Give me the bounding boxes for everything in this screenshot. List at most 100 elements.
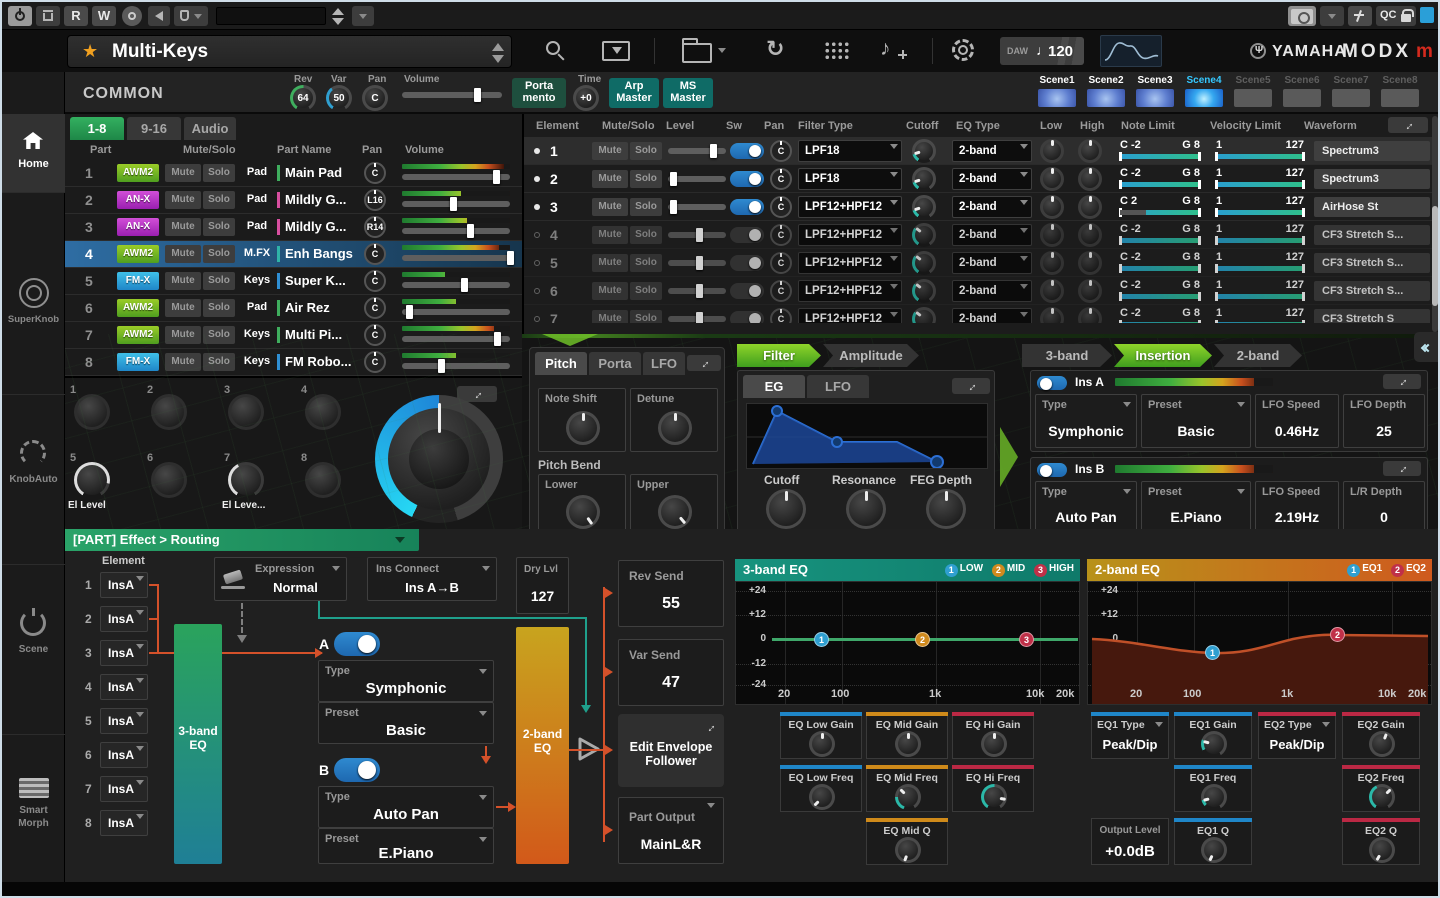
pitch-expand-button[interactable]: ↔: [687, 355, 721, 371]
eq3-band2-handle[interactable]: 2: [915, 632, 930, 647]
search-icon[interactable]: [546, 41, 560, 55]
solo-button[interactable]: Solo: [630, 226, 662, 244]
fx-a-toggle[interactable]: [334, 632, 380, 656]
fx-a-preset-box[interactable]: Preset Basic: [318, 702, 494, 744]
part-pan-knob[interactable]: C: [364, 297, 386, 319]
fx-b-type-box[interactable]: Type Auto Pan: [318, 786, 494, 828]
solo-button[interactable]: Solo: [630, 310, 662, 323]
pitch-bend-upper-box[interactable]: Upper: [630, 474, 718, 532]
crumb-insertion[interactable]: Insertion: [1114, 344, 1212, 367]
velocity-limit-bar[interactable]: [1216, 266, 1304, 271]
high-knob[interactable]: [1078, 307, 1102, 323]
element-switch[interactable]: [730, 227, 764, 243]
filter-type-dropdown[interactable]: LPF12+HPF12: [798, 196, 902, 218]
browser-folder-icon[interactable]: [682, 43, 712, 63]
eq-low-gain-cell[interactable]: EQ Low Gain: [780, 712, 862, 759]
element-level-slider[interactable]: [668, 148, 726, 154]
back-arrow-button[interactable]: [148, 6, 170, 26]
eq2-gain-cell[interactable]: EQ2 Gain: [1342, 712, 1420, 759]
waveform-button[interactable]: CF3 Stretch S: [1314, 309, 1430, 323]
scene5-button[interactable]: [1234, 89, 1272, 107]
eq-type-dropdown[interactable]: 2-band: [952, 196, 1032, 218]
mute-button[interactable]: Mute: [165, 272, 201, 290]
element-ins-dropdown[interactable]: InsA: [100, 606, 148, 632]
part-volume-slider[interactable]: [402, 309, 510, 315]
eq3-plot[interactable]: +24 +12 0 -12 -24 1 2 3 20 100 1k 10k 20…: [735, 581, 1080, 705]
eq2-gain-knob[interactable]: [1369, 731, 1395, 757]
element-row[interactable]: 4MuteSoloCLPF12+HPF122-bandC -2G 81127CF…: [524, 221, 1432, 249]
performance-spinner-up[interactable]: [492, 43, 504, 51]
tab-parts-9-16[interactable]: 9-16: [127, 117, 181, 140]
low-knob[interactable]: [1040, 223, 1064, 247]
element-row[interactable]: 6MuteSoloCLPF12+HPF122-bandC -2G 81127CF…: [524, 277, 1432, 305]
waveform-button[interactable]: Spectrum3: [1314, 169, 1430, 189]
eq-type-dropdown[interactable]: 2-band: [952, 280, 1032, 302]
crumb-amplitude[interactable]: Amplitude: [823, 344, 919, 367]
part-row[interactable]: 4AWM2MuteSoloM.FXEnh BangsC: [65, 241, 522, 268]
sidebar-item-knobauto[interactable]: KnobAuto: [2, 432, 65, 502]
element-scrollbar-thumb[interactable]: [1432, 206, 1438, 306]
low-knob[interactable]: [1040, 195, 1064, 219]
tab-parts-audio[interactable]: Audio: [184, 117, 236, 140]
sync-icon[interactable]: ↻: [766, 36, 784, 62]
velocity-limit-bar[interactable]: [1216, 294, 1304, 299]
live-set-icon[interactable]: [602, 41, 630, 61]
performance-spinner-down[interactable]: [492, 55, 504, 63]
part-volume-slider[interactable]: [402, 255, 510, 261]
eq-low-freq-knob[interactable]: [809, 784, 835, 810]
detune-knob[interactable]: [658, 411, 692, 445]
solo-button[interactable]: Solo: [630, 254, 662, 272]
filter-type-dropdown[interactable]: LPF12+HPF12: [798, 280, 902, 302]
element-pan-knob[interactable]: C: [770, 196, 792, 218]
element-row[interactable]: 1MuteSoloCLPF182-bandC -2G 81127Spectrum…: [524, 137, 1432, 165]
eq2-type-cell[interactable]: EQ2 Type Peak/Dip: [1258, 712, 1336, 759]
element-table-expand-button[interactable]: ↔: [1388, 117, 1428, 133]
part-pan-knob[interactable]: C: [364, 243, 386, 265]
element-level-slider[interactable]: [668, 288, 726, 294]
high-knob[interactable]: [1078, 195, 1102, 219]
ins-connect-box[interactable]: Ins Connect Ins A→B: [367, 557, 497, 601]
eq1-q-knob[interactable]: [1201, 837, 1227, 863]
common-volume-slider[interactable]: [402, 92, 502, 98]
part-name[interactable]: Air Rez: [285, 300, 363, 315]
ins-b-expand-button[interactable]: ↔: [1383, 461, 1421, 476]
compare-button[interactable]: [1348, 6, 1372, 26]
eq-type-dropdown[interactable]: 2-band: [952, 308, 1032, 323]
part-pan-knob[interactable]: R14: [364, 216, 386, 238]
var-send-box[interactable]: Var Send 47: [618, 639, 724, 706]
element-ins-dropdown[interactable]: InsA: [100, 776, 148, 802]
ins-b-type-box[interactable]: Type Auto Pan: [1035, 481, 1137, 533]
element-ins-dropdown[interactable]: InsA: [100, 674, 148, 700]
solo-button[interactable]: Solo: [203, 299, 235, 317]
eq-type-dropdown[interactable]: 2-band: [952, 168, 1032, 190]
favorite-star-icon[interactable]: ★: [82, 41, 98, 62]
edit-envelope-follower-button[interactable]: ↔ Edit Envelope Follower: [618, 714, 724, 787]
part-row[interactable]: 6AWM2MuteSoloPadAir RezC: [65, 295, 522, 322]
fx-a-type-box[interactable]: Type Symphonic: [318, 660, 494, 702]
element-ins-dropdown[interactable]: InsA: [100, 810, 148, 836]
solo-button[interactable]: Solo: [203, 191, 235, 209]
expression-box[interactable]: Expression Normal: [214, 557, 347, 601]
filter-type-dropdown[interactable]: LPF18: [798, 140, 902, 162]
qc-lock-button[interactable]: QC: [1376, 6, 1416, 26]
filter-cutoff-knob[interactable]: [766, 489, 806, 529]
element-switch[interactable]: [730, 255, 764, 271]
solo-button[interactable]: Solo: [630, 198, 662, 216]
eq-low-freq-cell[interactable]: EQ Low Freq: [780, 765, 862, 812]
detune-box[interactable]: Detune: [630, 388, 718, 452]
element-level-slider[interactable]: [668, 176, 726, 182]
mute-button[interactable]: Mute: [592, 142, 628, 160]
snapshot-menu-button[interactable]: [1320, 6, 1344, 26]
eq2-q-cell[interactable]: EQ2 Q: [1342, 818, 1420, 865]
part-name[interactable]: Super K...: [285, 273, 363, 288]
eq1-gain-cell[interactable]: EQ1 Gain: [1174, 712, 1252, 759]
element-ins-dropdown[interactable]: InsA: [100, 572, 148, 598]
scene8-button[interactable]: [1381, 89, 1419, 107]
cutoff-knob[interactable]: [912, 251, 936, 275]
velocity-limit-bar[interactable]: [1216, 238, 1304, 243]
routing-2band-eq-block[interactable]: 2-band EQ: [516, 627, 569, 864]
high-knob[interactable]: [1078, 223, 1102, 247]
tempo-box[interactable]: DAW ♩ 120: [1000, 37, 1084, 65]
low-knob[interactable]: [1040, 307, 1064, 323]
eq3-band3-handle[interactable]: 3: [1019, 632, 1034, 647]
